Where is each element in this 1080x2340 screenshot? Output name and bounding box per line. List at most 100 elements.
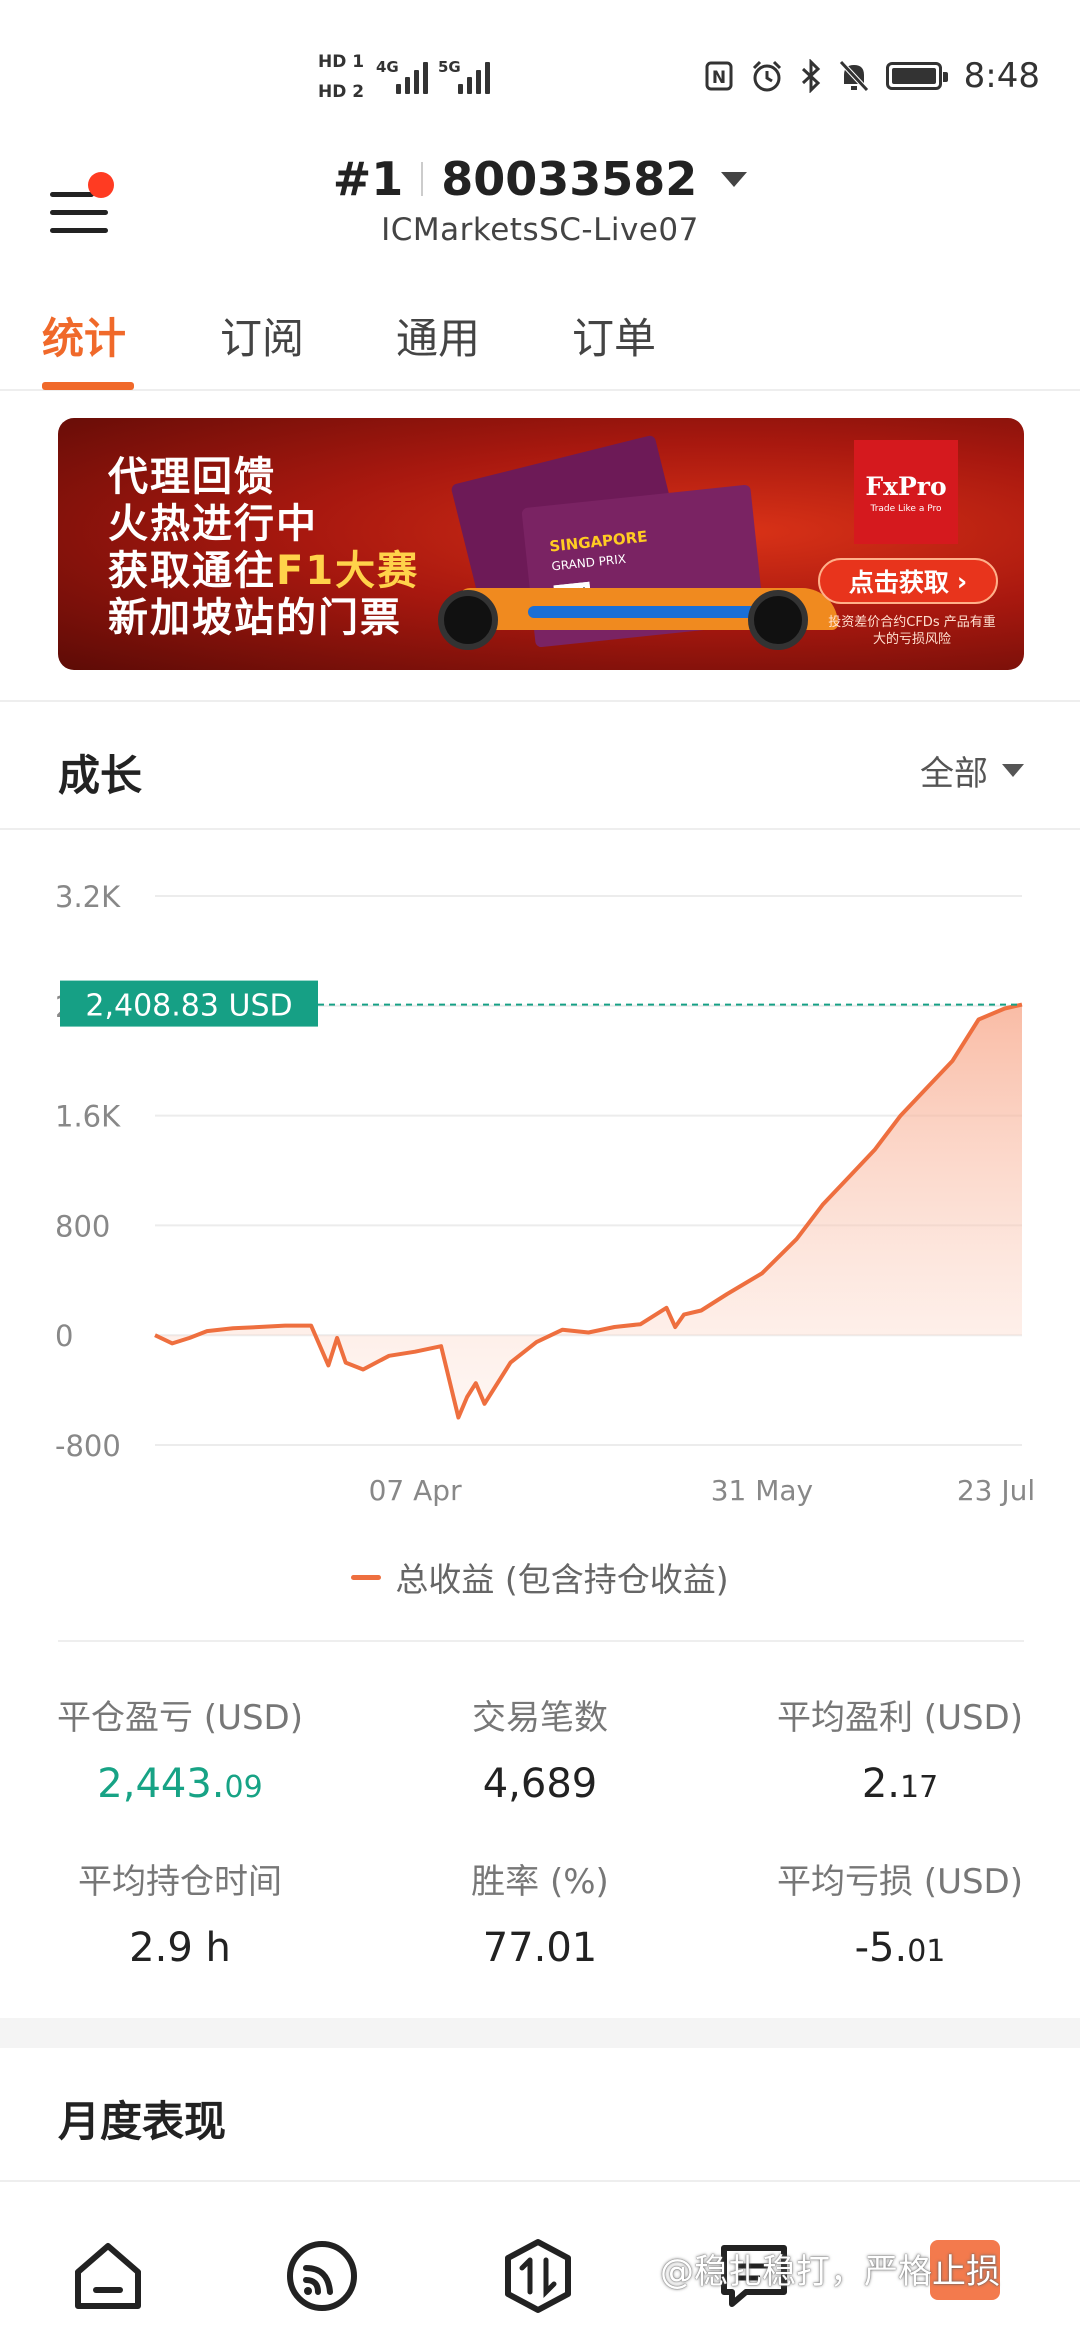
legend-label: 总收益 (包含持仓收益) [395, 1560, 729, 1599]
growth-chart-svg: 3.2K2.4K1.6K8000-80007 Apr31 May23 Jul2,… [55, 880, 1035, 1507]
stat-value: 2.17 [720, 1761, 1080, 1807]
banner-line: 火热进行中 [108, 501, 318, 547]
banner-line: 代理回馈 [108, 454, 276, 500]
stat-label: 平均亏损 (USD) [777, 1862, 1023, 1902]
stat-label: 平仓盈亏 (USD) [57, 1698, 303, 1738]
app-screen: HD 1 HD 2 4G 5G N 8:48 #1 80033582 ICMar… [0, 0, 1080, 2340]
section-divider [0, 828, 1080, 830]
banner-line-part: 获取通往 [108, 548, 276, 594]
stat-label: 胜率 (%) [471, 1862, 609, 1902]
alarm-icon [752, 60, 781, 92]
x-tick-label: 07 Apr [369, 1474, 462, 1507]
stat-value: -5.01 [720, 1925, 1080, 1971]
sim1-label: HD 1 [318, 52, 365, 72]
stat-win-rate: 胜率 (%) 77.01 [360, 1854, 720, 1971]
clock: 8:48 [963, 56, 1040, 96]
stat-value: 77.01 [360, 1925, 720, 1971]
stat-avg-profit: 平均盈利 (USD) 2.17 [720, 1690, 1080, 1807]
signal-icon[interactable] [284, 2238, 360, 2314]
status-right: N 8:48 [704, 56, 1040, 96]
nfc-icon: N [705, 61, 733, 91]
wheel-icon [438, 590, 498, 650]
reference-label: 2,408.83 USD [85, 989, 292, 1024]
stat-value-main: -5. [854, 1925, 908, 1971]
tab-general[interactable]: 通用 [396, 305, 480, 366]
ticket-title: SINGAPORE [548, 527, 649, 556]
claim-button-label: 点击获取 [848, 568, 949, 597]
tab-bar: 统计 订阅 通用 订单 [0, 285, 1080, 391]
stat-closed-pnl: 平仓盈亏 (USD) 2,443.09 [0, 1690, 360, 1807]
range-selector[interactable]: 全部 [920, 746, 1024, 795]
home-icon[interactable] [70, 2238, 146, 2314]
fxpro-logo: FxPro Trade Like a Pro [854, 440, 958, 544]
section-divider [0, 700, 1080, 702]
caret-down-icon [721, 171, 748, 187]
stat-avg-hold-time: 平均持仓时间 2.9 h [0, 1854, 360, 1971]
section-gap [0, 2018, 1080, 2048]
trade-icon[interactable] [500, 2238, 576, 2314]
section-divider [58, 1640, 1024, 1642]
stat-value: 2,443.09 [0, 1761, 360, 1807]
battery-icon [885, 62, 948, 90]
stat-value-main: 4,689 [482, 1761, 598, 1807]
tab-stats[interactable]: 统计 [42, 305, 126, 366]
stat-value-decimals: 09 [224, 1770, 263, 1805]
monthly-title: 月度表现 [58, 2097, 227, 2146]
signal2-icon [458, 56, 490, 94]
watermark: @稳扎稳打，严格止损 [660, 2252, 1000, 2292]
y-tick-label: -800 [55, 1429, 121, 1463]
stat-value-main: 2.9 h [129, 1925, 231, 1971]
stat-value: 2.9 h [0, 1925, 360, 1971]
account-header: #1 80033582 ICMarketsSC-Live07 [0, 140, 1080, 270]
banner-highlight: F1大赛 [276, 548, 420, 594]
signal1-icon [396, 56, 428, 94]
banner-headline: 代理回馈 火热进行中 获取通往F1大赛 新加坡站的门票 [108, 454, 419, 642]
range-label: 全部 [920, 754, 988, 794]
sim2-label: HD 2 [318, 82, 365, 102]
stat-value-main: 2,443. [97, 1761, 225, 1807]
ticket-sub: GRAND PRIX [550, 551, 627, 574]
brand-tag: Trade Like a Pro [870, 504, 942, 514]
stat-label: 交易笔数 [472, 1698, 608, 1738]
promo-banner[interactable]: SINGAPORE GRAND PRIX 代理回馈 火热进行中 获取通往F1大赛… [58, 418, 1024, 670]
y-tick-label: 0 [55, 1319, 73, 1353]
status-bar: HD 1 HD 2 4G 5G N 8:48 [0, 0, 1080, 140]
tab-indicator [42, 382, 134, 390]
stat-label: 平均盈利 (USD) [777, 1698, 1023, 1738]
tab-orders[interactable]: 订单 [572, 305, 656, 366]
stat-value-decimals: 01 [907, 1934, 946, 1969]
x-tick-label: 23 Jul [957, 1474, 1035, 1507]
account-number: 80033582 [441, 152, 698, 206]
caret-down-icon [1002, 764, 1024, 777]
svg-text:N: N [712, 68, 726, 88]
series-area [155, 1004, 1022, 1418]
bluetooth-icon [801, 59, 820, 93]
growth-chart[interactable]: 3.2K2.4K1.6K8000-80007 Apr31 May23 Jul2,… [0, 860, 1080, 1530]
brand-name: FxPro [865, 472, 947, 501]
tab-subscribe[interactable]: 订阅 [220, 305, 304, 366]
stat-value-main: 2. [861, 1761, 900, 1807]
stat-trade-count: 交易笔数 4,689 [360, 1690, 720, 1807]
y-tick-label: 800 [55, 1209, 110, 1243]
banner-line: 新加坡站的门票 [108, 595, 402, 641]
x-tick-label: 31 May [711, 1474, 813, 1507]
divider [421, 162, 424, 196]
claim-button[interactable]: 点击获取 › [818, 558, 998, 604]
account-rank: #1 [332, 152, 404, 206]
banner-line: 获取通往F1大赛 [108, 548, 419, 595]
wheel-icon [748, 590, 808, 650]
stat-value: 4,689 [360, 1761, 720, 1807]
account-selector[interactable]: #1 80033582 ICMarketsSC-Live07 [0, 152, 1080, 248]
risk-warning: 投资差价合约CFDs 产品有重大的亏损风险 [828, 615, 996, 647]
growth-title: 成长 [58, 751, 143, 800]
chevron-right-icon: › [956, 566, 968, 596]
y-tick-label: 1.6K [55, 1100, 121, 1134]
mute-icon [838, 60, 869, 92]
chart-legend: 总收益 (包含持仓收益) [0, 1553, 1080, 1601]
stat-value-main: 77.01 [482, 1925, 598, 1971]
legend-swatch [351, 1574, 382, 1580]
stat-value-decimals: 17 [899, 1770, 939, 1805]
stat-avg-loss: 平均亏损 (USD) -5.01 [720, 1854, 1080, 1971]
y-tick-label: 3.2K [55, 880, 121, 914]
server-name: ICMarketsSC-Live07 [381, 212, 699, 248]
